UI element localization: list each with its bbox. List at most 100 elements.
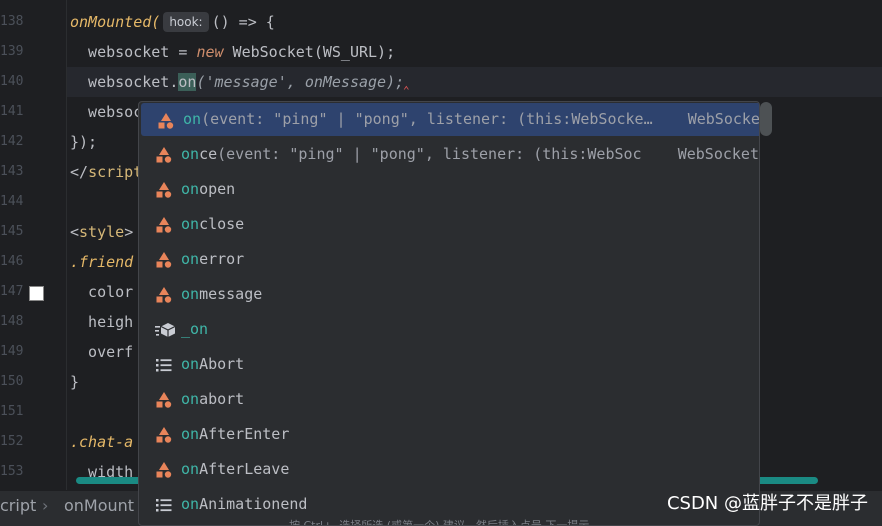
completion-item[interactable]: onopen: [139, 172, 759, 207]
shapes-icon: [157, 112, 175, 130]
code-line-150: }: [70, 373, 80, 391]
popup-footer-hint: 按 Ctrl+. 选择所选 (或第一个) 建议，然后插入点号 下一提示: [289, 519, 590, 526]
shapes-icon: [155, 216, 173, 234]
line-number: 151: [0, 404, 24, 419]
completion-match-text: on: [181, 250, 200, 268]
completion-match-text: _on: [181, 320, 209, 338]
completion-match-text: on: [181, 215, 200, 233]
code-line-148: heigh: [70, 313, 134, 331]
completion-rest-text: ce: [199, 145, 218, 163]
completion-rest-text: Abort: [199, 355, 245, 373]
completion-item[interactable]: onAfterLeave: [139, 452, 759, 487]
completion-item[interactable]: on(event: "ping" | "pong", listener: (th…: [141, 103, 760, 138]
line-number: 153: [0, 464, 24, 479]
completion-label: onmessage: [181, 277, 262, 312]
line-number-gutter: 138 139 140 141 142 143 144 145 146 147 …: [0, 0, 67, 490]
shapes-icon: [155, 461, 173, 479]
line-number: 139: [0, 44, 24, 59]
completion-rest-text: close: [199, 215, 245, 233]
code-text: ,: [286, 73, 305, 91]
parameter-hint: hook:: [163, 12, 209, 32]
autocomplete-popup[interactable]: on (event: "ping" | "pong", listener: (th…: [138, 101, 760, 526]
completion-label: onerror: [181, 242, 244, 277]
shapes-icon: [155, 146, 173, 164]
completion-item[interactable]: onabort: [139, 382, 759, 417]
completion-match-text: on: [181, 355, 200, 373]
completion-rest-text: open: [199, 180, 236, 198]
code-line-139: websocket = new WebSocket(WS_URL);: [70, 37, 395, 67]
completion-return-type: WebSocket: [687, 110, 760, 128]
code-text: </: [70, 163, 89, 181]
completion-match-text: on: [181, 425, 200, 443]
line-number: 142: [0, 134, 24, 149]
code-text: );: [386, 73, 405, 91]
completion-match-text: on: [183, 110, 202, 128]
completion-item[interactable]: _on: [139, 312, 759, 347]
completion-item[interactable]: onclose: [139, 207, 759, 242]
code-line-138: onMounted(hook:() => {: [70, 7, 275, 37]
completion-item[interactable]: onAbort: [139, 347, 759, 382]
error-marker-icon: ⌃: [403, 84, 410, 97]
keyword: new: [196, 43, 224, 61]
line-number: 146: [0, 254, 24, 269]
shapes-icon: [155, 251, 173, 269]
list-icon: [155, 356, 173, 374]
code-line-152: .chat-a: [70, 433, 134, 451]
line-number: 152: [0, 434, 24, 449]
list-icon: [155, 496, 173, 514]
code-text: websocket =: [70, 43, 197, 61]
completion-rest-text: AfterLeave: [199, 460, 290, 478]
line-number: 140: [0, 74, 24, 89]
completion-label: onAfterLeave: [181, 452, 289, 487]
completion-label: _on: [181, 312, 208, 347]
completion-label: onAbort: [181, 347, 244, 382]
line-number: 141: [0, 104, 24, 119]
line-number: 143: [0, 164, 24, 179]
line-number: 150: [0, 374, 24, 389]
line-number: 149: [0, 344, 24, 359]
completion-match-text: on: [181, 145, 200, 163]
completion-item[interactable]: onAfterEnter: [139, 417, 759, 452]
completion-match-text: on: [181, 180, 200, 198]
code-line-145: <style>: [70, 217, 133, 247]
shapes-icon: [155, 181, 173, 199]
code-line-143: </script: [70, 157, 142, 187]
chevron-right-icon: ›: [42, 496, 49, 515]
breadcrumb-item[interactable]: cript: [0, 491, 36, 521]
identifier: onMessage: [304, 73, 387, 91]
shapes-icon: [155, 426, 173, 444]
line-number: 145: [0, 224, 24, 239]
color-swatch-icon[interactable]: [29, 286, 44, 301]
completion-rest-text: Animationend: [199, 495, 308, 513]
completion-signature: (event: "ping" | "pong", listener: (this…: [217, 145, 642, 163]
code-text: WebSocket(WS_URL);: [223, 43, 396, 61]
shapes-icon: [155, 286, 173, 304]
completion-rest-text: abort: [199, 390, 245, 408]
completion-label: on(event: "ping" | "pong", listener: (th…: [183, 103, 653, 138]
code-line-149: overf: [70, 343, 134, 361]
code-text: websocket.: [70, 73, 179, 91]
code-text: <: [70, 223, 80, 241]
code-line-146: .friend: [70, 253, 134, 271]
completion-item[interactable]: onmessage: [139, 277, 759, 312]
line-number: 148: [0, 314, 24, 329]
tag-name: style: [79, 223, 125, 241]
code-line-142: });: [70, 133, 98, 151]
breadcrumb-item[interactable]: onMount: [64, 491, 134, 521]
code-line-147: color: [70, 283, 134, 301]
completion-rest-text: AfterEnter: [199, 425, 290, 443]
tag-name: script: [88, 163, 143, 181]
code-text: () => {: [211, 13, 275, 31]
line-number: 147: [0, 284, 24, 299]
completion-label: onopen: [181, 172, 235, 207]
code-text: >: [124, 223, 134, 241]
completion-rest-text: error: [199, 250, 245, 268]
line-number: 144: [0, 194, 24, 209]
completion-item[interactable]: once(event: "ping" | "pong", listener: (…: [139, 137, 759, 172]
completion-item[interactable]: onerror: [139, 242, 759, 277]
completion-match-text: on: [181, 460, 200, 478]
completion-rest-text: message: [199, 285, 263, 303]
cube-icon: [155, 321, 176, 339]
completion-match-text: on: [181, 390, 200, 408]
popup-scrollbar-thumb[interactable]: [760, 102, 772, 136]
